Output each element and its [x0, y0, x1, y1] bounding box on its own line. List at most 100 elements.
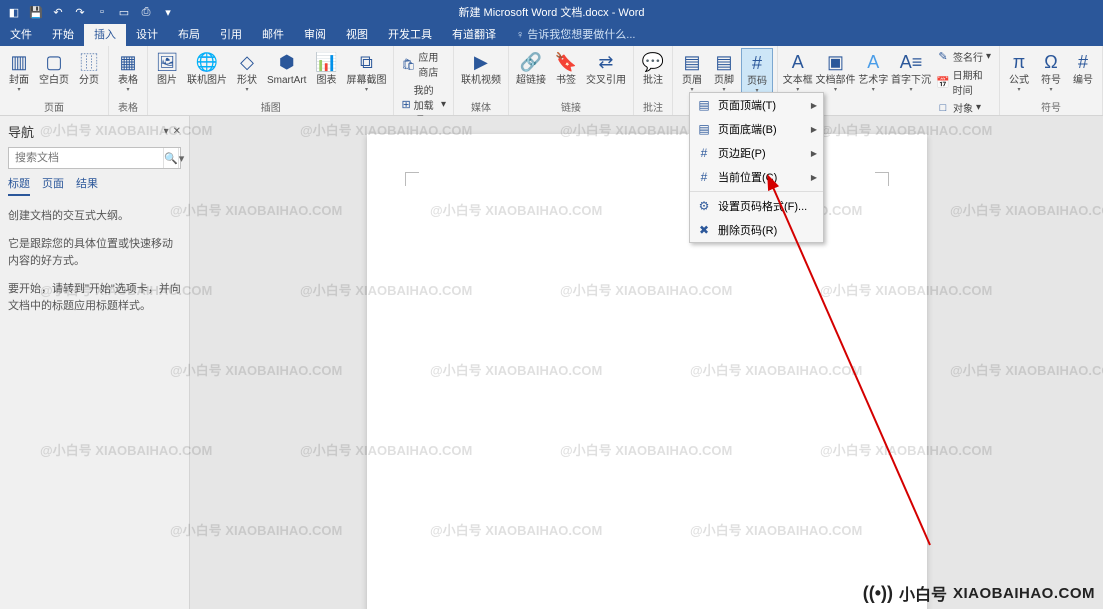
footer-brand: ((•)) 小白号 XIAOBAIHAO.COM [863, 581, 1095, 605]
group-label-symbols: 符号 [1004, 98, 1098, 115]
object-button[interactable]: □对象 ▾ [933, 99, 995, 116]
chart-icon: 📊 [314, 50, 338, 74]
dropcap-icon: A≡ [899, 50, 923, 74]
picture-button[interactable]: 🖼图片 [152, 48, 182, 88]
shapes-icon: ◇ [235, 50, 259, 74]
footer-button[interactable]: ▤页脚▾ [709, 48, 739, 95]
nav-tab-results[interactable]: 结果 [76, 175, 98, 196]
group-media: ▶联机视频 媒体 [454, 46, 509, 115]
tab-developer[interactable]: 开发工具 [378, 22, 442, 46]
nav-dropdown-icon[interactable]: ▾ [164, 126, 169, 137]
search-input[interactable] [9, 148, 163, 168]
format-page-num-icon: ⚙ [696, 198, 712, 214]
navigation-pane: 导航 ▾ ✕ 🔍 ▾ 标题 页面 结果 创建文档的交互式大纲。 它是跟踪您的具体… [0, 116, 190, 609]
search-icon[interactable]: 🔍 [163, 148, 178, 168]
group-label-pages: 页面 [4, 98, 104, 115]
page-top-icon: ▤ [696, 97, 712, 113]
tab-mailings[interactable]: 邮件 [252, 22, 294, 46]
new-icon[interactable]: ▫ [94, 4, 110, 20]
screenshot-icon: ⧉ [354, 50, 378, 74]
screenshot-button[interactable]: ⧉屏幕截图▾ [343, 48, 389, 95]
quick-parts-button[interactable]: ▣文档部件▾ [815, 48, 855, 95]
page-number-icon: # [745, 51, 769, 75]
signature-line-button[interactable]: ✎签名行 ▾ [933, 48, 995, 65]
word-icon: ◧ [6, 4, 22, 20]
tab-layout[interactable]: 布局 [168, 22, 210, 46]
textbox-button[interactable]: A文本框▾ [782, 48, 814, 95]
table-icon: ▦ [116, 50, 140, 74]
dropcap-button[interactable]: A≡首字下沉▾ [891, 48, 931, 95]
undo-icon[interactable]: ↶ [50, 4, 66, 20]
cover-page-button[interactable]: ▥封面▾ [4, 48, 34, 95]
group-comments: 💬批注 批注 [634, 46, 673, 115]
document-page[interactable] [367, 134, 927, 609]
table-button[interactable]: ▦表格▾ [113, 48, 143, 95]
nav-tab-pages[interactable]: 页面 [42, 175, 64, 196]
redo-icon[interactable]: ↷ [72, 4, 88, 20]
save-icon[interactable]: 💾 [28, 4, 44, 20]
print-icon[interactable]: ⎙ [138, 4, 154, 20]
page-number-button[interactable]: #页码▾ [741, 48, 773, 97]
store-button[interactable]: 🛍应用商店 [398, 48, 449, 80]
search-box[interactable]: 🔍 ▾ [8, 147, 181, 169]
crossref-button[interactable]: ⇄交叉引用 [583, 48, 629, 88]
menu-current-position[interactable]: #当前位置(C)▶ [690, 165, 823, 189]
tab-view[interactable]: 视图 [336, 22, 378, 46]
qat-more-icon[interactable]: ▾ [160, 4, 176, 20]
online-picture-button[interactable]: 🌐联机图片 [184, 48, 230, 88]
group-addins: 🛍应用商店 ⊞我的加载项 ▾ 加载项 [394, 46, 454, 115]
menu-format-page-numbers[interactable]: ⚙设置页码格式(F)... [690, 194, 823, 218]
brand-logo-icon: ((•)) [863, 583, 893, 604]
brand-url: XIAOBAIHAO.COM [953, 585, 1095, 602]
tab-file[interactable]: 文件 [0, 22, 42, 46]
tab-youdao[interactable]: 有道翻译 [442, 22, 506, 46]
comment-button[interactable]: 💬批注 [638, 48, 668, 88]
group-illustrations: 🖼图片 🌐联机图片 ◇形状▾ ⬢SmartArt 📊图表 ⧉屏幕截图▾ 插图 [148, 46, 394, 115]
page-break-button[interactable]: ⿲分页 [74, 48, 104, 88]
tab-insert[interactable]: 插入 [84, 22, 126, 46]
quick-parts-icon: ▣ [823, 50, 847, 74]
cover-page-icon: ▥ [7, 50, 31, 74]
nav-tab-headings[interactable]: 标题 [8, 175, 30, 196]
nav-title: 导航 [8, 122, 34, 141]
datetime-button[interactable]: 📅日期和时间 [933, 66, 995, 98]
search-options-icon[interactable]: ▾ [178, 148, 185, 168]
menu-page-margins[interactable]: #页边距(P)▶ [690, 141, 823, 165]
symbol-button[interactable]: Ω符号▾ [1036, 48, 1066, 95]
nav-close-icon[interactable]: ✕ [173, 126, 181, 137]
group-label-media: 媒体 [458, 98, 504, 115]
menu-page-bottom[interactable]: ▤页面底端(B)▶ [690, 117, 823, 141]
title-bar: ◧ 💾 ↶ ↷ ▫ ▭ ⎙ ▾ 新建 Microsoft Word 文档.doc… [0, 0, 1103, 24]
shapes-button[interactable]: ◇形状▾ [232, 48, 262, 95]
menu-page-top[interactable]: ▤页面顶端(T)▶ [690, 93, 823, 117]
chart-button[interactable]: 📊图表 [311, 48, 341, 88]
brand-name: 小白号 [899, 581, 947, 605]
group-pages: ▥封面▾ ▢空白页 ⿲分页 页面 [0, 46, 109, 115]
online-video-button[interactable]: ▶联机视频 [458, 48, 504, 88]
video-icon: ▶ [469, 50, 493, 74]
document-area[interactable] [190, 116, 1103, 609]
open-icon[interactable]: ▭ [116, 4, 132, 20]
window-title: 新建 Microsoft Word 文档.docx - Word [458, 4, 644, 20]
symbol-icon: Ω [1039, 50, 1063, 74]
group-symbols: π公式▾ Ω符号▾ #编号 符号 [1000, 46, 1103, 115]
margin-corner-tr [875, 172, 889, 186]
hyperlink-button[interactable]: 🔗超链接 [513, 48, 549, 88]
wordart-icon: A [861, 50, 885, 74]
tell-me-box[interactable]: ♀ 告诉我您想要做什么... [506, 22, 645, 46]
footer-icon: ▤ [712, 50, 736, 74]
bookmark-button[interactable]: 🔖书签 [551, 48, 581, 88]
margin-corner-tl [405, 172, 419, 186]
smartart-button[interactable]: ⬢SmartArt [264, 48, 309, 88]
tab-review[interactable]: 审阅 [294, 22, 336, 46]
blank-page-button[interactable]: ▢空白页 [36, 48, 72, 88]
tab-references[interactable]: 引用 [210, 22, 252, 46]
tab-design[interactable]: 设计 [126, 22, 168, 46]
header-icon: ▤ [680, 50, 704, 74]
header-button[interactable]: ▤页眉▾ [677, 48, 707, 95]
tab-home[interactable]: 开始 [42, 22, 84, 46]
number-button[interactable]: #编号 [1068, 48, 1098, 88]
wordart-button[interactable]: A艺术字▾ [857, 48, 889, 95]
equation-button[interactable]: π公式▾ [1004, 48, 1034, 95]
menu-remove-page-numbers[interactable]: ✖删除页码(R) [690, 218, 823, 242]
